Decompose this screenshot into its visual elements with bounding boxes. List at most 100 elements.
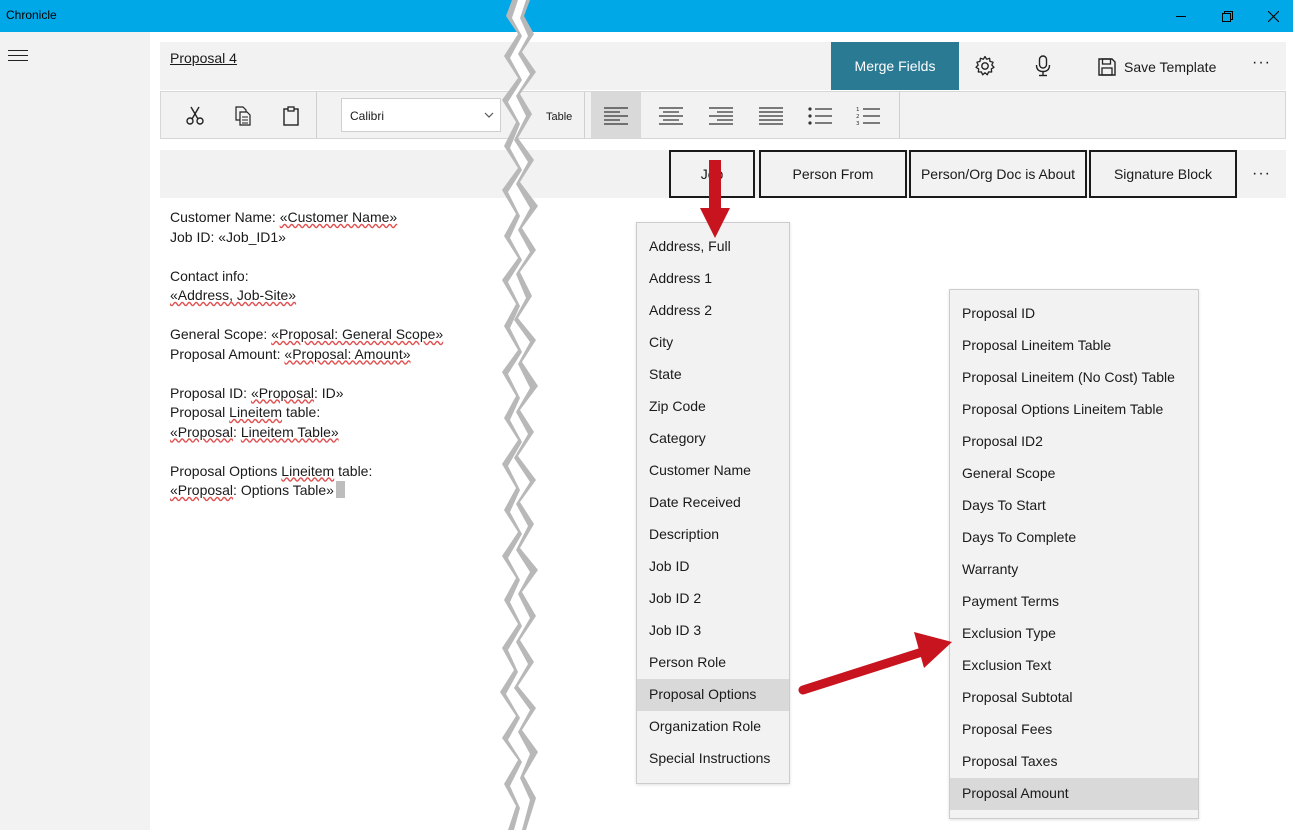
proposal-fields-submenu: Proposal ID Proposal Lineitem Table Prop… (949, 289, 1199, 819)
align-center-icon[interactable] (659, 104, 683, 128)
category-person-from-button[interactable]: Person From (759, 150, 907, 198)
torn-edge-divider (500, 0, 538, 830)
toolbar-divider (584, 92, 585, 138)
menu-item-exclusion-text[interactable]: Exclusion Text (950, 650, 1198, 682)
menu-item-days-to-start[interactable]: Days To Start (950, 490, 1198, 522)
header-more-button[interactable]: ··· (1252, 55, 1271, 71)
menu-item-payment-terms[interactable]: Payment Terms (950, 586, 1198, 618)
navigation-rail (0, 32, 150, 830)
merge-field: «Proposal: Amount» (284, 345, 411, 362)
menu-item-proposal-fees[interactable]: Proposal Fees (950, 714, 1198, 746)
hamburger-menu-icon[interactable] (8, 50, 28, 64)
svg-text:2: 2 (856, 114, 860, 120)
menu-item-person-role[interactable]: Person Role (637, 647, 789, 679)
doc-line: Proposal ID: «Proposal: ID» (170, 384, 344, 401)
font-family-dropdown[interactable]: Calibri (341, 98, 501, 132)
merge-categories-bar: Job Person From Person/Org Doc is About … (160, 150, 1286, 198)
merge-field: «Proposal: General Scope» (271, 326, 444, 342)
merge-field: «Address, Job-Site» (170, 287, 297, 303)
toolbar-divider (316, 92, 317, 138)
document-title[interactable]: Proposal 4 (170, 50, 237, 66)
doc-line: «Proposal: Options Table» (170, 481, 500, 501)
menu-item-address-1[interactable]: Address 1 (637, 263, 789, 295)
category-person-org-button[interactable]: Person/Org Doc is About (909, 150, 1087, 198)
save-template-label: Save Template (1124, 59, 1217, 75)
menu-item-address-full[interactable]: Address, Full (637, 231, 789, 263)
menu-item-proposal-lineitem-table[interactable]: Proposal Lineitem Table (950, 330, 1198, 362)
doc-line: Job ID: «Job_ID1» (170, 228, 286, 245)
menu-item-days-to-complete[interactable]: Days To Complete (950, 522, 1198, 554)
merge-field: «Customer Name» (279, 209, 398, 225)
formatting-toolbar: Calibri Table 123 (160, 91, 1286, 139)
copy-icon[interactable] (231, 104, 255, 128)
category-signature-block-button[interactable]: Signature Block (1089, 150, 1237, 198)
menu-item-general-scope[interactable]: General Scope (950, 458, 1198, 490)
menu-item-job-id-2[interactable]: Job ID 2 (637, 583, 789, 615)
doc-line: Contact info: (170, 267, 249, 284)
menu-item-proposal-id[interactable]: Proposal ID (950, 298, 1198, 330)
doc-line: Customer Name: «Customer Name» (170, 209, 398, 225)
align-right-icon[interactable] (709, 104, 733, 128)
merge-field: «Job_ID1» (218, 228, 286, 245)
close-icon (1267, 10, 1279, 22)
toolbar-divider (899, 92, 900, 138)
svg-text:3: 3 (856, 121, 860, 126)
align-left-icon[interactable] (604, 104, 628, 128)
minimize-button[interactable] (1158, 0, 1204, 32)
menu-item-category[interactable]: Category (637, 423, 789, 455)
menu-item-customer-name[interactable]: Customer Name (637, 455, 789, 487)
merge-field: «Proposal (170, 423, 234, 440)
menu-item-zip-code[interactable]: Zip Code (637, 391, 789, 423)
document-body[interactable]: Customer Name: «Customer Name» Job ID: «… (170, 208, 500, 501)
menu-item-warranty[interactable]: Warranty (950, 554, 1198, 586)
merge-field: «Proposal (250, 384, 314, 401)
microphone-icon[interactable] (1031, 54, 1055, 78)
menu-item-proposal-lineitem-no-cost-table[interactable]: Proposal Lineitem (No Cost) Table (950, 362, 1198, 394)
doc-line: Proposal Options Lineitem table: (170, 462, 373, 479)
category-job-button[interactable]: Job (669, 150, 755, 198)
merge-fields-button[interactable]: Merge Fields (831, 42, 959, 90)
menu-item-job-id[interactable]: Job ID (637, 551, 789, 583)
bullet-list-icon[interactable] (808, 104, 832, 128)
menu-item-proposal-options-lineitem-table[interactable]: Proposal Options Lineitem Table (950, 394, 1198, 426)
paste-icon[interactable] (279, 104, 303, 128)
save-disk-icon (1098, 58, 1116, 76)
menu-item-date-received[interactable]: Date Received (637, 487, 789, 519)
menu-item-state[interactable]: State (637, 359, 789, 391)
numbered-list-icon[interactable]: 123 (856, 104, 880, 128)
menu-item-proposal-subtotal[interactable]: Proposal Subtotal (950, 682, 1198, 714)
save-template-button[interactable]: Save Template (1098, 56, 1216, 78)
menu-item-organization-role[interactable]: Organization Role (637, 711, 789, 743)
close-button[interactable] (1250, 0, 1293, 32)
text-cursor (335, 481, 345, 498)
menu-item-address-2[interactable]: Address 2 (637, 295, 789, 327)
menu-item-special-instructions[interactable]: Special Instructions (637, 743, 789, 775)
doc-line: Proposal Lineitem table: (170, 404, 321, 420)
menu-item-proposal-id2[interactable]: Proposal ID2 (950, 426, 1198, 458)
doc-line: General Scope: «Proposal: General Scope» (170, 326, 444, 342)
minimize-icon (1176, 16, 1186, 17)
justify-icon[interactable] (759, 104, 783, 128)
document-header: Proposal 4 Merge Fields Save Template ··… (160, 42, 1286, 90)
menu-item-proposal-options[interactable]: Proposal Options (637, 679, 789, 711)
restore-button[interactable] (1204, 0, 1250, 32)
title-bar: Chronicle (0, 0, 1293, 32)
doc-line: «Proposal: Lineitem Table» (170, 423, 339, 440)
menu-item-exclusion-type[interactable]: Exclusion Type (950, 618, 1198, 650)
settings-gear-icon[interactable] (973, 54, 997, 78)
app-title: Chronicle (6, 8, 57, 22)
cut-icon[interactable] (183, 104, 207, 128)
categories-more-button[interactable]: ··· (1252, 166, 1271, 182)
menu-item-proposal-amount[interactable]: Proposal Amount (950, 778, 1198, 810)
doc-line: «Address, Job-Site» (170, 286, 500, 306)
svg-text:1: 1 (856, 107, 860, 113)
right-arrow-annotation (798, 632, 952, 695)
menu-item-description[interactable]: Description (637, 519, 789, 551)
doc-line: Proposal Amount: «Proposal: Amount» (170, 345, 411, 362)
job-fields-menu: Address, Full Address 1 Address 2 City S… (636, 222, 790, 784)
menu-item-proposal-taxes[interactable]: Proposal Taxes (950, 746, 1198, 778)
menu-item-city[interactable]: City (637, 327, 789, 359)
menu-item-job-id-3[interactable]: Job ID 3 (637, 615, 789, 647)
merge-field: «Proposal (170, 482, 234, 498)
font-family-value: Calibri (350, 109, 385, 123)
